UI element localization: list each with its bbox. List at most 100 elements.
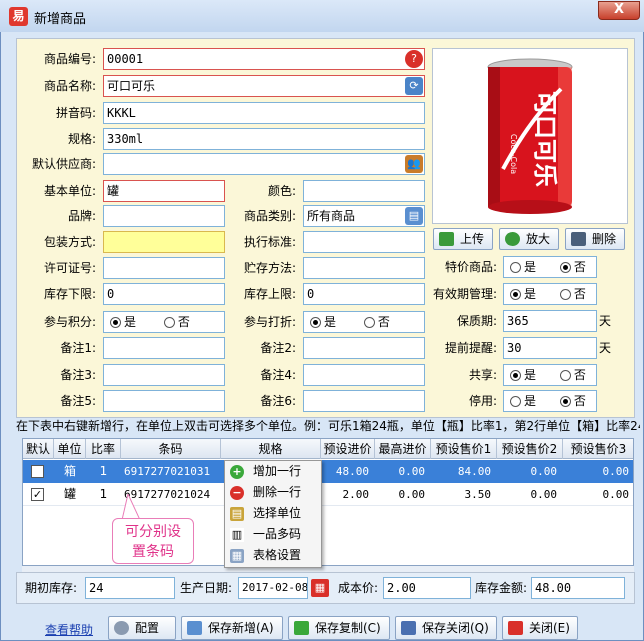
row1-price1[interactable]: 84.00 — [431, 460, 497, 483]
expiry-no-option[interactable]: 否 — [559, 287, 586, 301]
menu-grid-settings[interactable]: ▦ 表格设置 — [225, 545, 321, 566]
disable-yes-option[interactable]: 是 — [510, 394, 536, 408]
upload-button[interactable]: 上传 — [433, 228, 493, 250]
standard-input[interactable] — [303, 231, 425, 253]
unit-label: 基本单位: — [43, 184, 96, 198]
minus-icon: − — [230, 486, 244, 500]
col-cost[interactable]: 预设进价 — [321, 439, 375, 459]
pinyin-input[interactable]: KKKL — [103, 102, 425, 124]
disable-no-option[interactable]: 否 — [559, 394, 586, 408]
save-new-button[interactable]: 保存新增(A) — [181, 616, 283, 640]
note5-input[interactable] — [103, 390, 225, 412]
folder-icon[interactable]: ▤ — [405, 207, 423, 225]
menu-delete-row[interactable]: − 删除一行 — [225, 482, 321, 503]
brand-label: 品牌: — [67, 209, 96, 223]
row2-price1[interactable]: 3.50 — [431, 483, 497, 506]
row2-default-checkbox[interactable]: ✓ — [31, 488, 44, 501]
row1-barcode[interactable]: 6917277021031 — [121, 460, 221, 483]
window-title: 新增商品 — [34, 12, 87, 27]
menu-multi-barcode[interactable]: ▥ 一品多码 — [225, 524, 321, 545]
row1-ratio[interactable]: 1 — [86, 460, 121, 483]
row2-price2[interactable]: 0.00 — [497, 483, 563, 506]
spec-input[interactable]: 330ml — [103, 128, 425, 150]
expiry-yes-option[interactable]: 是 — [510, 287, 536, 301]
license-input[interactable] — [103, 257, 225, 279]
points-yes-option[interactable]: 是 — [110, 315, 136, 329]
cost-input[interactable]: 2.00 — [383, 577, 471, 599]
remind-input[interactable]: 30 — [503, 337, 597, 359]
license-label: 许可证号: — [43, 261, 96, 275]
disable-radio-group: 是 否 — [503, 390, 597, 412]
row2-price3[interactable]: 0.00 — [563, 483, 633, 506]
shelf-life-label: 保质期: — [456, 314, 497, 328]
menu-select-unit[interactable]: ▤ 选择单位 — [225, 503, 321, 524]
save-close-button[interactable]: 保存关闭(Q) — [395, 616, 497, 640]
special-no-option[interactable]: 否 — [559, 260, 586, 274]
stock-max-input[interactable]: 0 — [303, 283, 425, 305]
stock-min-input[interactable]: 0 — [103, 283, 225, 305]
save-copy-button[interactable]: 保存复制(C) — [288, 616, 390, 640]
special-yes-option[interactable]: 是 — [510, 260, 536, 274]
help-icon[interactable]: ? — [405, 50, 423, 68]
col-price3[interactable]: 预设售价3 — [563, 439, 633, 459]
shelf-life-input[interactable]: 365 — [503, 310, 597, 332]
col-ratio[interactable]: 比率 — [86, 439, 121, 459]
discount-radio-group: 是 否 — [303, 311, 425, 333]
row1-unit[interactable]: 箱 — [54, 460, 86, 483]
row2-cost[interactable]: 2.00 — [321, 483, 375, 506]
amount-input[interactable]: 48.00 — [531, 577, 625, 599]
points-no-option[interactable]: 否 — [163, 315, 190, 329]
note4-input[interactable] — [303, 364, 425, 386]
code-input[interactable]: 00001 — [103, 48, 425, 70]
row1-cost[interactable]: 48.00 — [321, 460, 375, 483]
note6-input[interactable] — [303, 390, 425, 412]
row2-unit[interactable]: 罐 — [54, 483, 86, 506]
col-barcode[interactable]: 条码 — [121, 439, 221, 459]
supplier-input[interactable] — [103, 153, 425, 175]
share-no-option[interactable]: 否 — [559, 368, 586, 382]
users-icon[interactable]: 👥 — [405, 155, 423, 173]
row1-default-checkbox[interactable] — [31, 465, 44, 478]
callout-pointer — [121, 494, 141, 520]
calendar-icon[interactable]: ▦ — [311, 579, 329, 597]
delete-photo-button[interactable]: 删除 — [565, 228, 625, 250]
pack-label: 包装方式: — [43, 235, 96, 249]
amount-label: 库存金额: — [475, 581, 528, 595]
note1-input[interactable] — [103, 337, 225, 359]
row2-ratio[interactable]: 1 — [86, 483, 121, 506]
unit-input[interactable]: 罐 — [103, 180, 225, 202]
menu-add-row[interactable]: + 增加一行 — [225, 461, 321, 482]
col-default[interactable]: 默认 — [23, 439, 54, 459]
col-unit[interactable]: 单位 — [54, 439, 86, 459]
refresh-icon[interactable]: ⟳ — [405, 77, 423, 95]
prod-date-input[interactable]: 2017-02-08 — [238, 577, 308, 599]
col-max-cost[interactable]: 最高进价 — [375, 439, 431, 459]
disable-label: 停用: — [468, 394, 497, 408]
col-spec[interactable]: 规格 — [221, 439, 321, 459]
col-price2[interactable]: 预设售价2 — [497, 439, 563, 459]
pack-input[interactable] — [103, 231, 225, 253]
row1-price2[interactable]: 0.00 — [497, 460, 563, 483]
note3-input[interactable] — [103, 364, 225, 386]
callout-line2: 置条码 — [132, 544, 174, 560]
note2-input[interactable] — [303, 337, 425, 359]
row1-price3[interactable]: 0.00 — [563, 460, 633, 483]
config-button[interactable]: 配置 — [108, 616, 176, 640]
init-stock-input[interactable]: 24 — [85, 577, 175, 599]
col-price1[interactable]: 预设售价1 — [431, 439, 497, 459]
close-button[interactable]: 关闭(E) — [502, 616, 578, 640]
gear-icon — [114, 621, 129, 635]
discount-yes-option[interactable]: 是 — [310, 315, 336, 329]
help-link[interactable]: 查看帮助 — [45, 621, 93, 638]
zoom-button[interactable]: 放大 — [499, 228, 559, 250]
window-close-button[interactable]: X — [598, 1, 640, 20]
storage-input[interactable] — [303, 257, 425, 279]
color-label: 颜色: — [267, 184, 296, 198]
share-yes-option[interactable]: 是 — [510, 368, 536, 382]
row2-max-cost[interactable]: 0.00 — [375, 483, 431, 506]
color-input[interactable] — [303, 180, 425, 202]
discount-no-option[interactable]: 否 — [363, 315, 390, 329]
name-input[interactable]: 可口可乐 — [103, 75, 425, 97]
brand-input[interactable] — [103, 205, 225, 227]
row1-max-cost[interactable]: 0.00 — [375, 460, 431, 483]
